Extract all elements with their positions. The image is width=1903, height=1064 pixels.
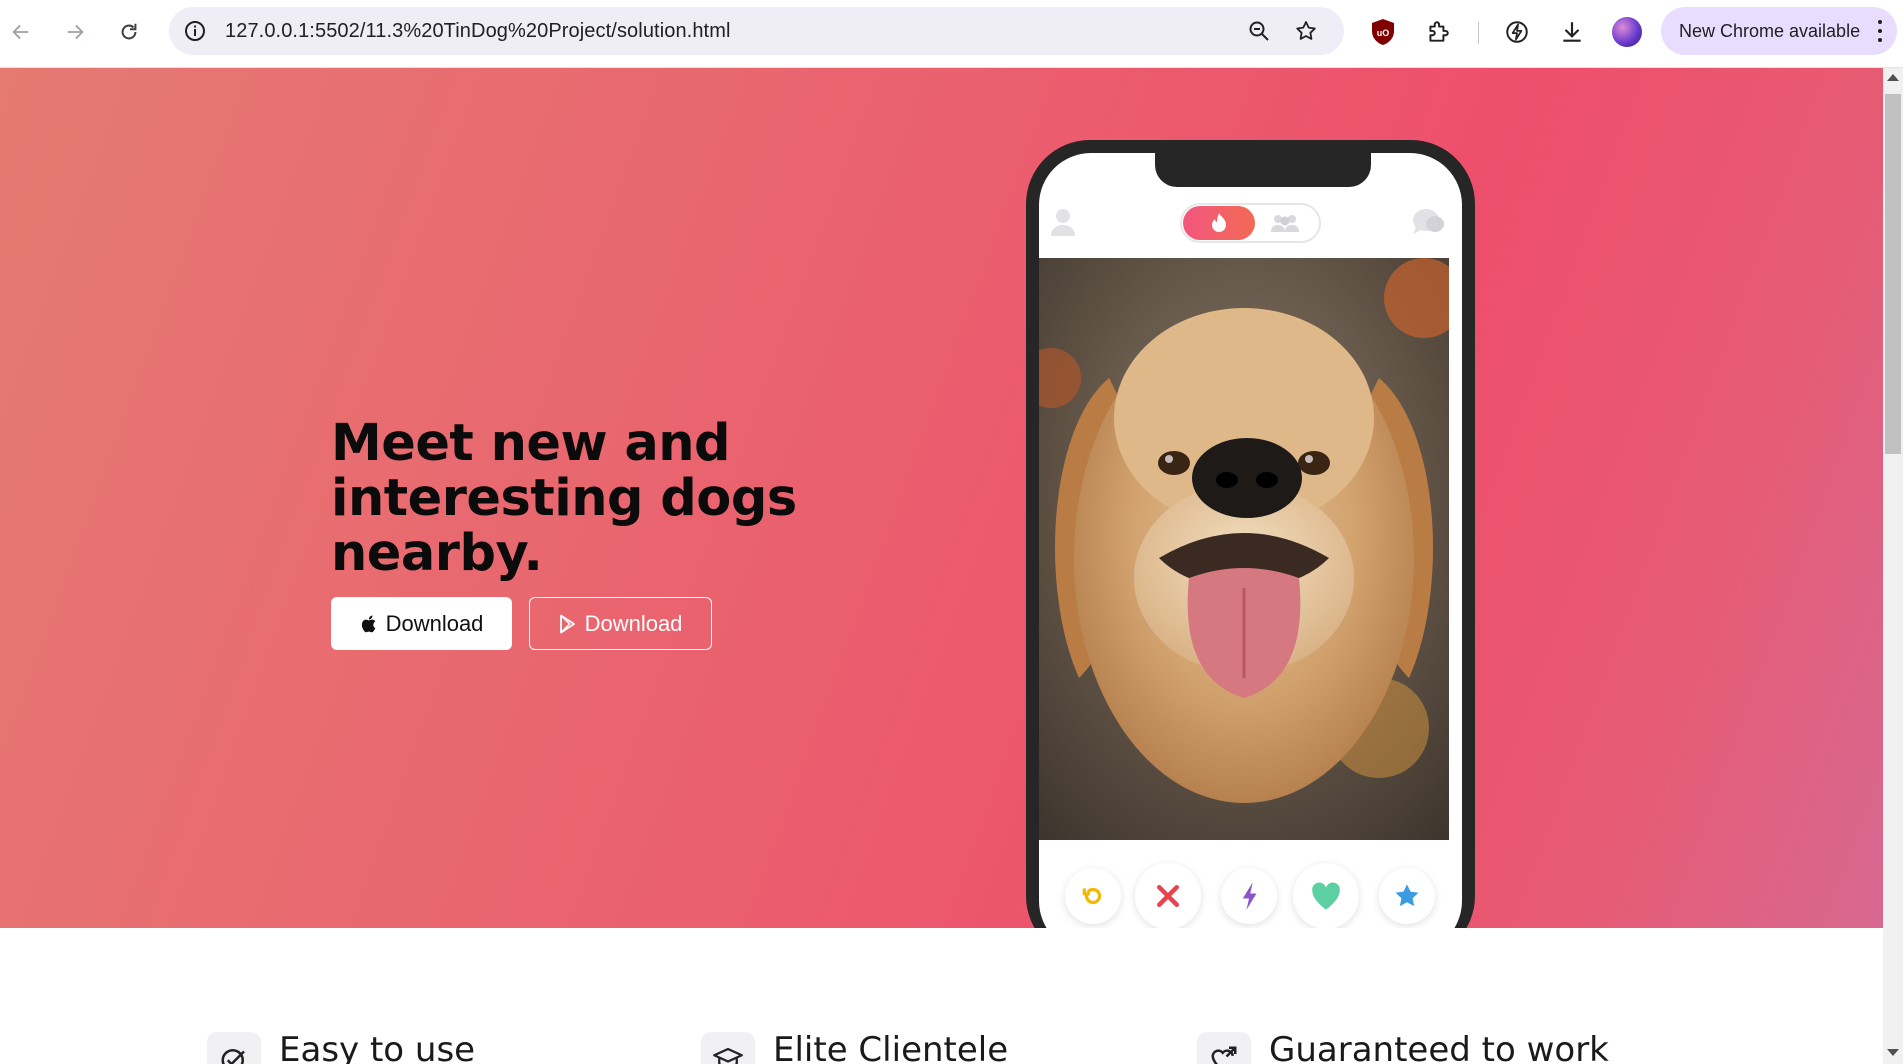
rewind-icon [1065,868,1121,924]
graduation-cap-icon [701,1032,755,1064]
group-icon [1271,215,1299,232]
svg-text:uO: uO [1377,28,1390,38]
feature-title: Elite Clientele [773,1030,1009,1064]
chat-icon [1411,207,1445,242]
performance-icon[interactable] [1499,14,1535,50]
hero-headline: Meet new and interesting dogs nearby. [331,414,797,583]
forward-icon[interactable] [57,14,93,50]
apple-download-button[interactable]: Download [331,597,512,650]
play-download-label: Download [584,610,683,636]
reload-icon[interactable] [111,14,147,50]
check-circle-icon [207,1032,261,1064]
ublock-icon[interactable]: uO [1365,14,1401,50]
like-icon [1293,863,1359,928]
page-viewport: Meet new and interesting dogs nearby. Do… [0,68,1883,1064]
chrome-update-button[interactable]: New Chrome available [1661,7,1897,55]
hero-section: Meet new and interesting dogs nearby. Do… [0,68,1883,928]
google-play-icon [559,614,575,633]
back-icon[interactable] [3,14,39,50]
feature-title: Guaranteed to work [1269,1030,1609,1064]
iphone-mockup [1026,140,1475,928]
bookmark-star-icon[interactable] [1292,17,1320,45]
url-text[interactable]: 127.0.0.1:5502/11.3%20TinDog%20Project/s… [225,20,731,43]
feature-title: Easy to use [279,1030,476,1064]
extensions-icon[interactable] [1420,14,1456,50]
flame-icon [1212,213,1226,232]
heart-arrow-icon [1197,1032,1251,1064]
toggle-active [1183,206,1255,240]
apple-download-label: Download [385,610,484,636]
boost-icon [1221,868,1277,924]
features-section: Easy to use Elite Clientele Guaranteed t… [0,928,1883,1064]
browser-toolbar: 127.0.0.1:5502/11.3%20TinDog%20Project/s… [0,0,1903,68]
phone-notch [1155,153,1371,187]
site-info-icon[interactable] [183,19,207,43]
google-play-download-button[interactable]: Download [529,597,712,650]
profile-avatar[interactable] [1609,14,1645,50]
menu-kebab-icon[interactable] [1877,20,1883,42]
phone-screen [1039,153,1462,928]
swipe-actions [1039,853,1462,928]
zoom-icon[interactable] [1245,17,1273,45]
mode-toggle [1180,203,1321,243]
toolbar-divider [1478,22,1479,44]
apple-icon [361,615,375,632]
superlike-icon [1379,868,1435,924]
download-icon[interactable] [1554,14,1590,50]
address-bar[interactable]: 127.0.0.1:5502/11.3%20TinDog%20Project/s… [169,7,1344,55]
update-label: New Chrome available [1679,21,1861,41]
page-scrollbar[interactable] [1883,68,1903,1064]
scroll-up-arrow[interactable] [1887,74,1899,81]
dog-photo [1039,258,1449,840]
scroll-thumb[interactable] [1885,94,1901,454]
profile-icon [1049,207,1077,242]
scroll-down-arrow[interactable] [1887,1049,1899,1056]
nope-icon [1135,863,1201,928]
